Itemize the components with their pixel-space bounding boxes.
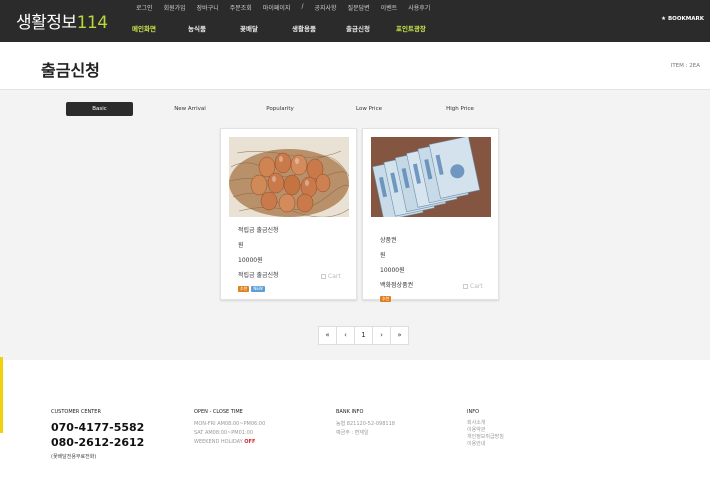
util-cart-link[interactable]: 장바구니 [197,3,219,12]
product-info: 적립금 출금신청 원 10000원 적립금 출금신청 추천 NEW [238,225,279,298]
page-first-button[interactable]: « [318,326,337,345]
bank-title: BANK INFO [336,409,364,415]
product-desc: 적립금 출금신청 [238,272,279,279]
badge-new: NEW [251,285,265,292]
footer-customer-center: CUSTOMER CENTER 070-4177-5582 080-2612-2… [51,409,144,460]
customer-phone-note: (꽃배달전용무료전화) [51,454,97,460]
info-link-company[interactable]: 회사소개 [467,420,504,427]
nav-item-points[interactable]: 포인트광장 [396,23,446,33]
add-to-cart-button[interactable]: Cart [463,283,483,290]
page-prev-button[interactable]: ‹ [336,326,355,345]
customer-phone-1: 070-4177-5582 [51,421,145,434]
eggs-image[interactable] [229,137,349,217]
sort-basic[interactable]: Basic [66,102,133,116]
bookmark-button[interactable]: ★ BOOKMARK [661,16,704,22]
badge-recommend: 추천 [380,295,392,302]
sort-popularity[interactable]: Popularity [258,102,302,116]
product-name[interactable]: 상품권 [380,235,413,244]
utility-menu: 로그인 회원가입 장바구니 주문조회 마이페이지 / 공지사항 질문답변 이벤트… [136,3,441,12]
main-nav: 메인화면 농식품 꽃배달 생활용품 출금신청 포인트광장 [132,23,446,33]
side-floating-tab[interactable] [0,357,3,433]
top-header: 생활정보114 로그인 회원가입 장바구니 주문조회 마이페이지 / 공지사항 … [0,0,710,42]
nav-item-withdraw[interactable]: 출금신청 [346,23,396,33]
product-desc: 백화점상품권 [380,282,414,289]
cart-checkbox-icon [321,274,326,279]
add-to-cart-button[interactable]: Cart [321,273,341,280]
item-count: ITEM : 2EA [670,63,700,69]
nav-item-flower[interactable]: 꽃배달 [240,23,292,33]
badge-recommend: 추천 [238,285,250,292]
util-review-link[interactable]: 사용후기 [408,3,430,12]
hours-saturday: SAT AM08:00~PM01:00 [194,430,254,436]
nav-item-agri[interactable]: 농식품 [188,23,240,33]
product-unit: 원 [380,252,386,259]
sort-high-price[interactable]: High Price [438,102,482,116]
product-unit: 원 [238,242,244,249]
util-mypage-link[interactable]: 마이페이지 [263,3,291,12]
customer-phone-2: 080-2612-2612 [51,436,145,449]
page-title: 출금신청 [41,61,100,80]
customer-center-title: CUSTOMER CENTER [51,409,101,415]
page-number-1[interactable]: 1 [354,326,373,345]
util-event-link[interactable]: 이벤트 [381,3,398,12]
sort-new-arrival[interactable]: New Arrival [166,102,214,116]
util-notice-link[interactable]: 공지사항 [314,3,336,12]
util-join-link[interactable]: 회원가입 [164,3,186,12]
footer-info: INFO 회사소개 이용약관 개인정보취급방침 이용안내 [467,409,504,448]
page-next-button[interactable]: › [372,326,391,345]
product-price: 10000원 [380,267,405,274]
bank-holder: 예금주 : 변재일 [336,430,369,436]
product-info: 상품권 원 10000원 백화점상품권 추천 [380,235,413,308]
footer-bank: BANK INFO 농협 821120-52-098118 예금주 : 변재일 [336,409,395,438]
product-badges: 추천 NEW [238,285,279,292]
cart-checkbox-icon [463,284,468,289]
hours-weekday: MON-FRI AM08:00~PM06:00 [194,421,266,427]
info-link-guide[interactable]: 이용안내 [467,441,504,448]
product-name[interactable]: 적립금 출금신청 [238,225,279,234]
product-card[interactable]: 상품권 원 10000원 백화점상품권 추천 Cart [362,128,499,302]
gift-voucher-image[interactable] [371,137,491,217]
sort-low-price[interactable]: Low Price [349,102,389,116]
title-bar: 출금신청 ITEM : 2EA [0,42,710,90]
util-qna-link[interactable]: 질문답변 [348,3,370,12]
hours-holiday: WEEKEND HOLIDAY OFF [194,439,256,445]
info-link-privacy[interactable]: 개인정보취급방침 [467,434,504,441]
info-title: INFO [467,409,480,415]
nav-item-living[interactable]: 생활용품 [292,23,346,33]
footer-hours: OPEN - CLOSE TIME MON-FRI AM08:00~PM06:0… [194,409,265,447]
util-login-link[interactable]: 로그인 [136,3,153,12]
hours-title: OPEN - CLOSE TIME [194,409,243,415]
page-last-button[interactable]: » [390,326,409,345]
util-divider: / [301,3,304,10]
pagination: « ‹ 1 › » [318,326,409,345]
product-price: 10000원 [238,257,263,264]
product-card[interactable]: 적립금 출금신청 원 10000원 적립금 출금신청 추천 NEW Cart [220,128,357,300]
bank-account: 농협 821120-52-098118 [336,421,395,427]
info-link-terms[interactable]: 이용약관 [467,427,504,434]
util-order-link[interactable]: 주문조회 [230,3,252,12]
product-badges: 추천 [380,295,413,302]
site-logo[interactable]: 생활정보114 [16,8,108,33]
nav-item-home[interactable]: 메인화면 [132,23,188,33]
